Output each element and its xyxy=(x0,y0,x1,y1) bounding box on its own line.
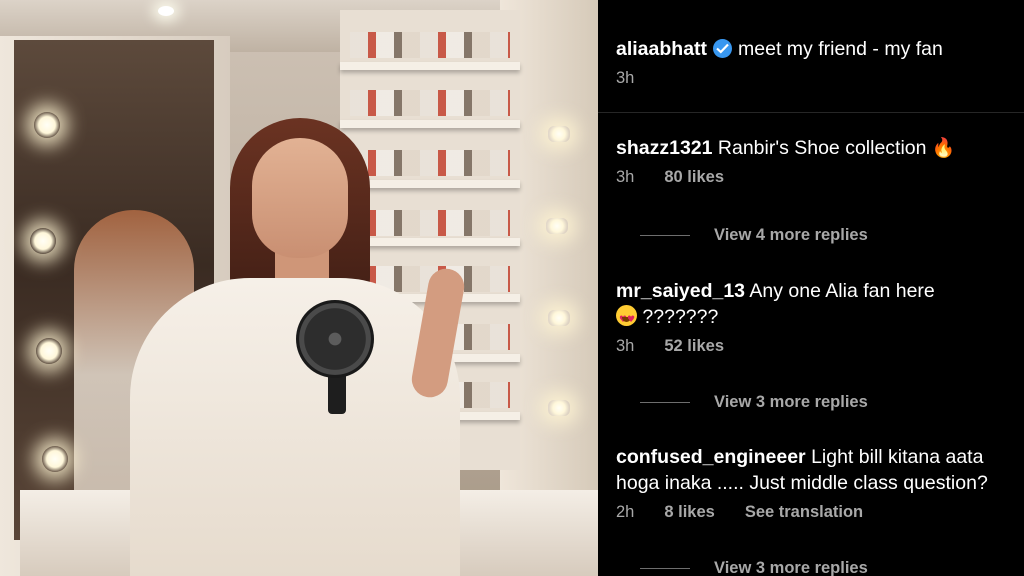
ceiling-light xyxy=(158,6,174,16)
white-dress xyxy=(130,278,460,576)
view-replies-button[interactable]: View 3 more replies xyxy=(640,393,868,412)
comment-text: Any one Alia fan here xyxy=(749,280,935,302)
comment-time: 2h xyxy=(616,503,635,521)
comment-likes[interactable]: 80 likes xyxy=(664,168,724,186)
comment-time: 3h xyxy=(616,337,635,355)
comment-likes[interactable]: 8 likes xyxy=(664,503,714,521)
post-photo[interactable] xyxy=(0,0,598,576)
face xyxy=(252,138,348,258)
view-replies-label: View 3 more replies xyxy=(714,559,868,576)
shoe-row xyxy=(350,90,510,116)
divider xyxy=(598,112,1024,113)
vanity-bulb xyxy=(34,112,60,138)
view-replies-button[interactable]: View 3 more replies xyxy=(640,559,868,576)
comment-text-2: ??????? xyxy=(642,306,719,328)
vanity-bulb xyxy=(548,400,570,416)
comment-meta: 2h 8 likes See translation xyxy=(616,503,1024,522)
comment-line: mr_saiyed_13 Any one Alia fan here xyxy=(616,278,1024,304)
view-replies-label: View 4 more replies xyxy=(714,226,868,244)
shoe-row xyxy=(350,32,510,58)
comment-line-2: ??????? xyxy=(616,304,1024,333)
handheld-fan xyxy=(296,300,374,378)
comment-text: Ranbir's Shoe collection xyxy=(717,137,927,159)
replies-dash xyxy=(640,235,690,237)
heart-eyes-icon xyxy=(616,305,637,333)
caption-time: 3h xyxy=(616,69,635,87)
vanity-bulb xyxy=(546,218,568,234)
vanity-bulb xyxy=(36,338,62,364)
view-replies-button[interactable]: View 4 more replies xyxy=(640,226,868,245)
comment-time: 3h xyxy=(616,168,635,186)
comment-username[interactable]: shazz1321 xyxy=(616,137,712,159)
comment-text-2: hoga inaka ..... Just middle class quest… xyxy=(616,472,988,494)
caption-text: meet my friend - my fan xyxy=(738,38,943,60)
caption-meta: 3h xyxy=(616,69,1024,88)
comment-username[interactable]: confused_engineeer xyxy=(616,446,806,468)
comment-line: shazz1321 Ranbir's Shoe collection 🔥 xyxy=(616,135,1024,161)
verified-badge-icon xyxy=(713,39,733,58)
vanity-bulb xyxy=(548,126,570,142)
fire-icon: 🔥 xyxy=(931,137,956,159)
comment-text: Light bill kitana aata xyxy=(811,446,984,468)
post-author[interactable]: aliaabhatt xyxy=(616,38,707,60)
shelf xyxy=(340,62,520,70)
comment-meta: 3h 52 likes xyxy=(616,337,1024,356)
comment-likes[interactable]: 52 likes xyxy=(664,337,724,355)
person xyxy=(130,118,468,576)
view-replies-label: View 3 more replies xyxy=(714,393,868,411)
replies-dash xyxy=(640,402,690,404)
comment: confused_engineeer Light bill kitana aat… xyxy=(616,444,1024,522)
comment-line-2: hoga inaka ..... Just middle class quest… xyxy=(616,470,1024,496)
caption-line: aliaabhatt meet my friend - my fan xyxy=(616,36,1024,62)
comment: shazz1321 Ranbir's Shoe collection 🔥 3h 8… xyxy=(616,135,1024,187)
replies-dash xyxy=(640,568,690,570)
vanity-bulb xyxy=(30,228,56,254)
vanity-bulb xyxy=(548,310,570,326)
comment-meta: 3h 80 likes xyxy=(616,168,1024,187)
comments-panel: aliaabhatt meet my friend - my fan 3h sha… xyxy=(598,0,1024,576)
post-caption: aliaabhatt meet my friend - my fan 3h xyxy=(616,36,1024,88)
comment-line: confused_engineeer Light bill kitana aat… xyxy=(616,444,1024,470)
comment: mr_saiyed_13 Any one Alia fan here ?????… xyxy=(616,278,1024,356)
comment-username[interactable]: mr_saiyed_13 xyxy=(616,280,745,302)
see-translation-link[interactable]: See translation xyxy=(745,503,863,521)
vanity-bulb xyxy=(42,446,68,472)
